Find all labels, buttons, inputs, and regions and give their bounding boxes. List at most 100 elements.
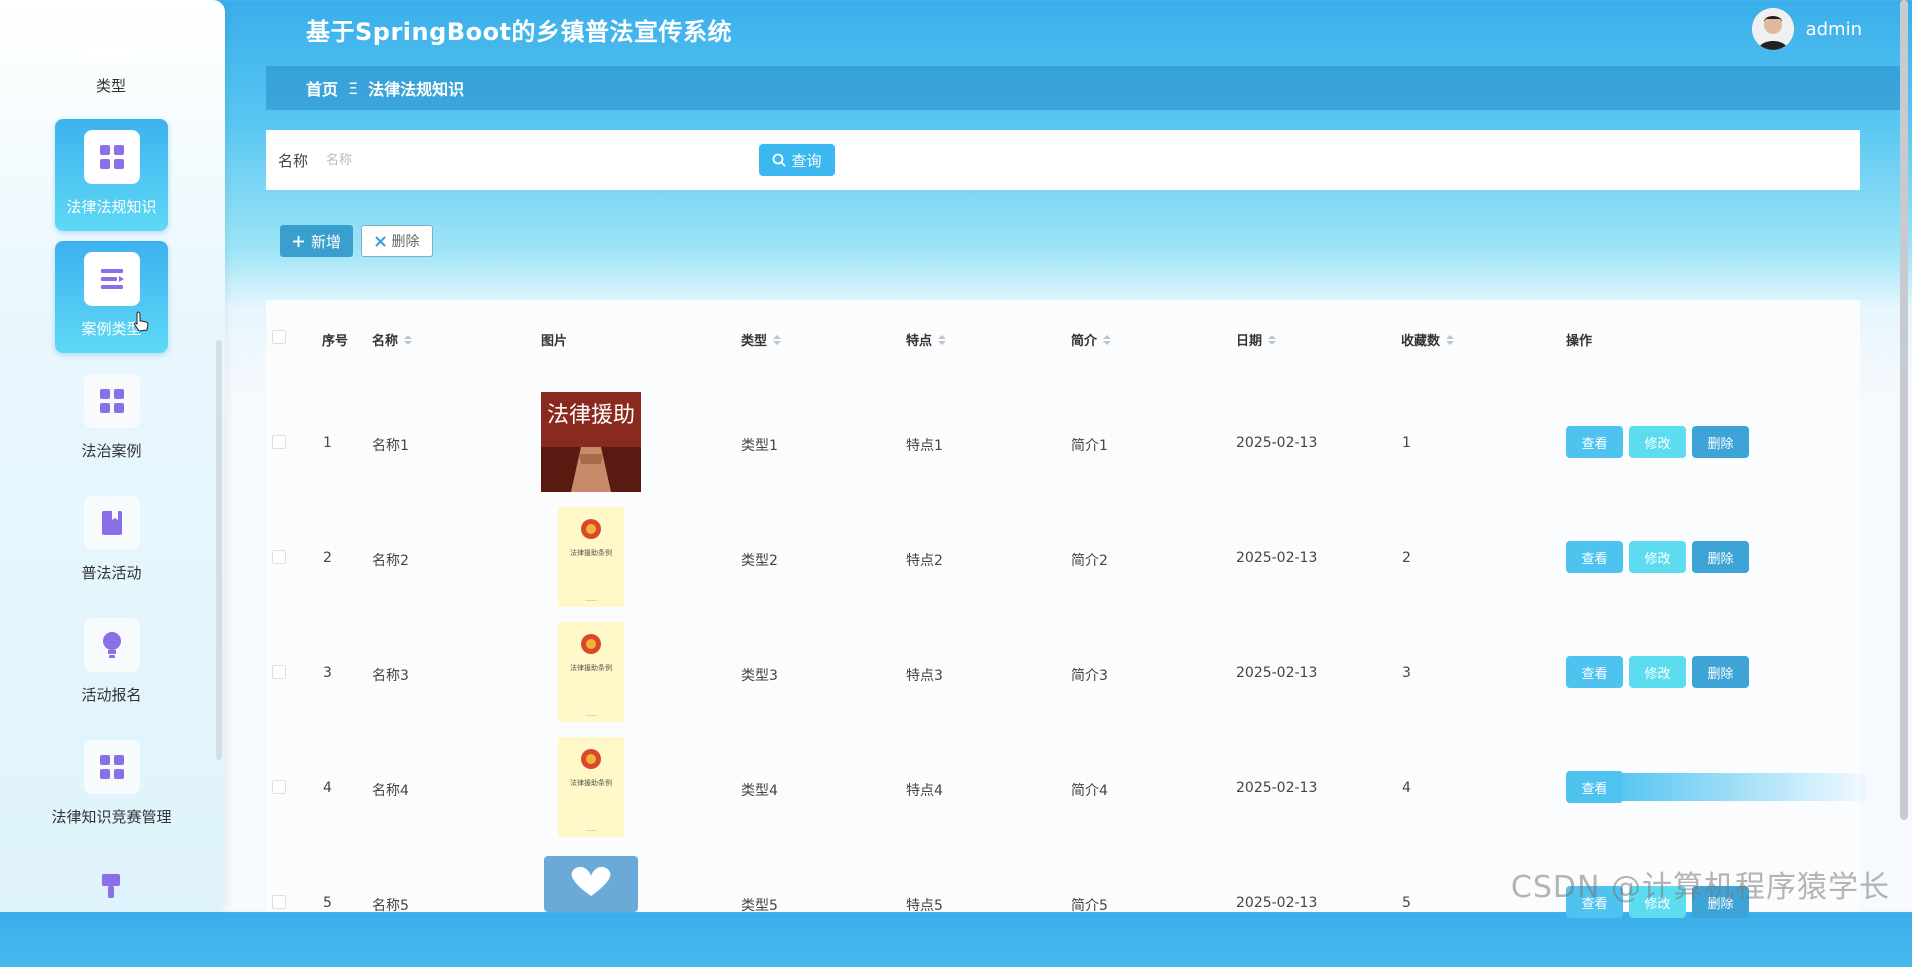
- row-type: 类型5: [741, 898, 778, 914]
- row-date: 2025-02-13: [1236, 435, 1318, 451]
- sidebar-item-label: 法律知识竞赛管理: [51, 808, 172, 826]
- row-date: 2025-02-13: [1236, 665, 1318, 681]
- sidebar-item-label: 普法活动: [81, 564, 142, 582]
- sidebar-item-legal-cases[interactable]: 法治案例: [55, 363, 168, 475]
- row-favorites: 3: [1402, 665, 1411, 681]
- edit-button[interactable]: 修改: [1629, 656, 1686, 688]
- row-feature: 特点1: [906, 438, 943, 454]
- breadcrumb: 首页 Ξ 法律法规知识: [266, 66, 1900, 110]
- table-row: 1 名称1 法律援助 类型1 特点1 简介1 2025-02-13 1 查看 修…: [266, 392, 1860, 507]
- column-header-feature[interactable]: 特点: [906, 330, 947, 349]
- row-checkbox[interactable]: [272, 895, 286, 909]
- cursor-hand-icon: [134, 311, 149, 332]
- edit-button[interactable]: 修改: [1629, 426, 1686, 458]
- row-feature: 特点3: [906, 668, 943, 684]
- data-table: 序号 名称 图片 类型 特点 简介 日期 收藏数 操作 1 名称1 法律援助 类…: [266, 300, 1866, 918]
- column-header: 序号: [322, 334, 349, 349]
- row-image[interactable]: 法律援助条例......: [541, 737, 641, 837]
- bulb-icon: [83, 618, 140, 672]
- row-image[interactable]: 法律援助: [541, 392, 641, 492]
- row-name: 名称3: [372, 668, 409, 684]
- row-index: 5: [323, 895, 332, 911]
- avatar: [1751, 8, 1794, 50]
- column-header-name[interactable]: 名称: [372, 330, 413, 349]
- row-type: 类型2: [741, 553, 778, 569]
- delete-button[interactable]: 删除: [1692, 541, 1749, 573]
- add-button[interactable]: 新增: [280, 225, 353, 257]
- row-favorites: 2: [1402, 550, 1411, 566]
- row-feature: 特点5: [906, 898, 943, 914]
- view-button[interactable]: 查看: [1566, 426, 1623, 458]
- row-name: 名称2: [372, 553, 409, 569]
- sidebar-item-registration[interactable]: 活动报名: [55, 607, 168, 719]
- edit-button[interactable]: 修改: [1629, 541, 1686, 573]
- sidebar-item-label: 活动报名: [81, 686, 142, 704]
- row-feature: 特点2: [906, 553, 943, 569]
- search-label: 名称: [278, 151, 309, 170]
- row-date: 2025-02-13: [1236, 550, 1318, 566]
- row-image[interactable]: [544, 856, 638, 912]
- row-favorites: 5: [1402, 895, 1411, 911]
- brush-icon: [83, 858, 139, 912]
- delete-button[interactable]: 删除: [1692, 426, 1749, 458]
- sidebar-item-case-type[interactable]: 案例类型: [55, 241, 168, 353]
- batch-delete-button[interactable]: 删除: [361, 225, 433, 257]
- row-name: 名称5: [372, 898, 409, 914]
- user-menu[interactable]: admin: [1751, 8, 1862, 50]
- column-header-intro[interactable]: 简介: [1071, 330, 1112, 349]
- grid-icon: [83, 130, 140, 184]
- row-index: 1: [323, 435, 332, 451]
- row-date: 2025-02-13: [1236, 780, 1318, 796]
- row-feature: 特点4: [906, 783, 943, 799]
- book-icon: [83, 496, 140, 550]
- sidebar-item-activities[interactable]: 普法活动: [55, 485, 168, 597]
- table-row: 3 名称3 法律援助条例...... 类型3 特点3 简介3 2025-02-1…: [266, 622, 1860, 737]
- sort-icon: [938, 334, 947, 345]
- svg-text:......: ......: [585, 826, 597, 833]
- row-index: 3: [323, 665, 332, 681]
- username: admin: [1805, 18, 1862, 40]
- delete-button[interactable]: 删除: [1692, 656, 1749, 688]
- row-checkbox[interactable]: [272, 550, 286, 564]
- sidebar-item-competition[interactable]: 法律知识竞赛管理: [45, 729, 178, 841]
- row-intro: 简介4: [1071, 783, 1108, 799]
- column-header-favorites[interactable]: 收藏数: [1401, 330, 1455, 349]
- search-input[interactable]: [324, 144, 749, 176]
- column-header-date[interactable]: 日期: [1236, 330, 1277, 349]
- batch-delete-label: 删除: [391, 234, 420, 250]
- row-checkbox[interactable]: [272, 780, 286, 794]
- row-image[interactable]: 法律援助条例......: [541, 622, 641, 722]
- view-button[interactable]: 查看: [1566, 541, 1623, 573]
- view-button[interactable]: 查看: [1566, 656, 1623, 688]
- sidebar-item-laws[interactable]: 法律法规知识: [55, 119, 168, 231]
- svg-text:法律援助条例: 法律援助条例: [570, 663, 612, 672]
- close-icon: [374, 235, 386, 247]
- sort-icon: [1103, 334, 1112, 345]
- sort-icon: [773, 334, 782, 345]
- search-button[interactable]: 查询: [759, 144, 835, 176]
- add-button-label: 新增: [310, 232, 341, 251]
- row-favorites: 1: [1402, 435, 1411, 451]
- breadcrumb-home[interactable]: 首页: [306, 76, 338, 100]
- plus-icon: [292, 235, 304, 247]
- row-favorites: 4: [1402, 780, 1411, 796]
- sort-icon: [1268, 334, 1277, 345]
- grid-icon: [83, 740, 140, 794]
- sidebar-scrollbar[interactable]: [216, 340, 222, 760]
- svg-text:法律援助条例: 法律援助条例: [570, 778, 612, 787]
- row-checkbox[interactable]: [272, 435, 286, 449]
- row-intro: 简介5: [1071, 898, 1108, 914]
- row-index: 2: [323, 550, 332, 566]
- watermark: CSDN @计算机程序猿学长: [1510, 870, 1890, 905]
- table-row: 4 名称4 法律援助条例...... 类型4 特点4 简介4 2025-02-1…: [266, 737, 1866, 852]
- row-image[interactable]: 法律援助条例......: [541, 507, 641, 607]
- svg-text:法律援助: 法律援助: [547, 403, 635, 428]
- column-header-type[interactable]: 类型: [741, 330, 782, 349]
- row-checkbox[interactable]: [272, 665, 286, 679]
- page-scrollbar[interactable]: [1900, 0, 1908, 820]
- row-intro: 简介3: [1071, 668, 1108, 684]
- row-intro: 简介1: [1071, 438, 1108, 454]
- sidebar-item-type[interactable]: 类型: [80, 75, 142, 96]
- select-all-checkbox[interactable]: [272, 330, 286, 344]
- breadcrumb-separator: Ξ: [348, 78, 359, 98]
